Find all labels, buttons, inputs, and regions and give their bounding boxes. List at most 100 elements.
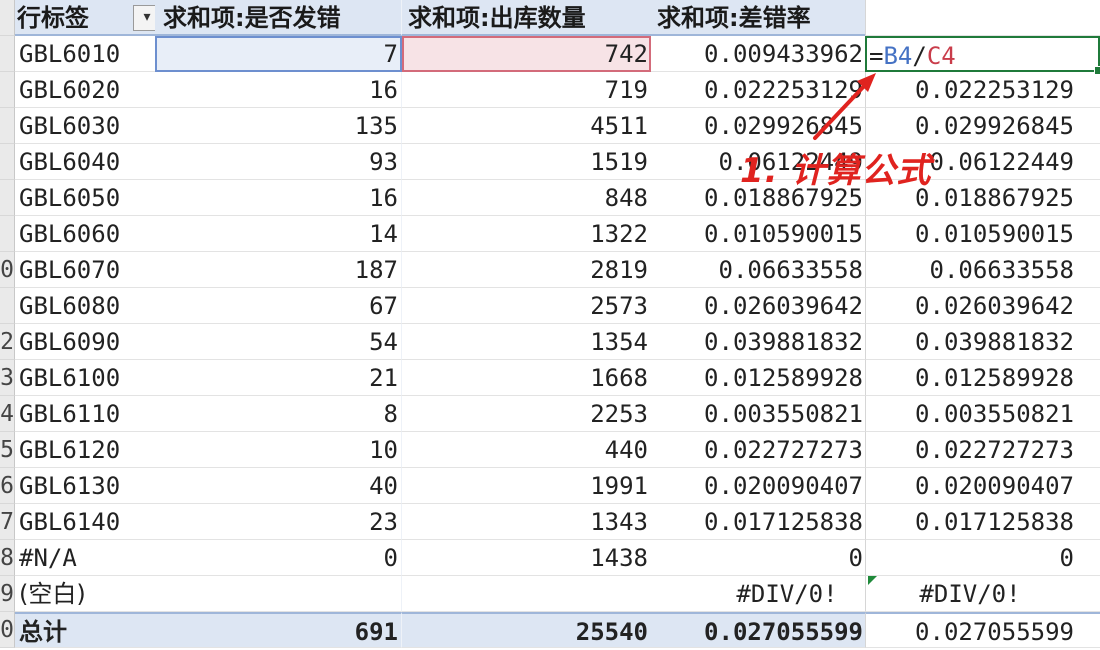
rate-cell[interactable]: 0.017125838	[651, 504, 865, 540]
row-header[interactable]: 3	[0, 360, 15, 396]
qty-cell[interactable]: 1668	[402, 360, 651, 396]
rate-cell[interactable]: 0	[651, 540, 865, 576]
calc-cell[interactable]: 0.012589928	[865, 360, 1100, 396]
errors-cell[interactable]: 10	[155, 432, 402, 468]
row-header[interactable]	[0, 216, 15, 252]
calc-cell[interactable]: 0.026039642	[865, 288, 1100, 324]
row-label-cell[interactable]: GBL6110	[15, 396, 155, 432]
errors-cell[interactable]	[155, 576, 402, 612]
qty-cell[interactable]: 1322	[402, 216, 651, 252]
sum-errors-header[interactable]: 求和项:是否发错	[155, 0, 402, 36]
calc-cell[interactable]: 0.029926845	[865, 108, 1100, 144]
row-label-cell[interactable]: GBL6010	[15, 36, 155, 72]
qty-cell[interactable]: 742	[402, 36, 651, 72]
qty-cell[interactable]	[402, 576, 651, 612]
errors-cell[interactable]: 16	[155, 72, 402, 108]
rate-cell[interactable]: 0.020090407	[651, 468, 865, 504]
row-header[interactable]	[0, 108, 15, 144]
rate-cell[interactable]: 0.012589928	[651, 360, 865, 396]
errors-cell[interactable]: 8	[155, 396, 402, 432]
calc-cell[interactable]: 0	[865, 540, 1100, 576]
row-header[interactable]: 2	[0, 324, 15, 360]
grand-total-label[interactable]: 总计	[15, 612, 155, 648]
active-formula-cell[interactable]: =B4/C4	[865, 36, 1100, 75]
total-rate-cell[interactable]: 0.027055599	[651, 612, 865, 648]
calc-cell[interactable]: 0.06633558	[865, 252, 1100, 288]
rate-cell[interactable]: 0.026039642	[651, 288, 865, 324]
qty-cell[interactable]: 719	[402, 72, 651, 108]
row-label-cell[interactable]: #N/A	[15, 540, 155, 576]
row-label-cell[interactable]: GBL6030	[15, 108, 155, 144]
errors-cell[interactable]: 40	[155, 468, 402, 504]
calc-cell[interactable]: 0.003550821	[865, 396, 1100, 432]
errors-cell[interactable]: 93	[155, 144, 402, 180]
qty-cell[interactable]: 4511	[402, 108, 651, 144]
rate-cell[interactable]: 0.009433962	[651, 36, 865, 72]
rate-cell[interactable]: #DIV/0!	[651, 576, 865, 612]
errors-cell[interactable]: 21	[155, 360, 402, 396]
row-header[interactable]: 0	[0, 252, 15, 288]
qty-cell[interactable]: 1438	[402, 540, 651, 576]
row-label-cell[interactable]: GBL6080	[15, 288, 155, 324]
qty-cell[interactable]: 1343	[402, 504, 651, 540]
sum-qty-header[interactable]: 求和项:出库数量	[402, 0, 651, 36]
row-label-cell[interactable]: GBL6020	[15, 72, 155, 108]
errors-cell[interactable]: 135	[155, 108, 402, 144]
row-header[interactable]: 5	[0, 432, 15, 468]
qty-cell[interactable]: 440	[402, 432, 651, 468]
rate-cell[interactable]: 0.022253129	[651, 72, 865, 108]
calc-cell[interactable]: 0.022253129	[865, 72, 1100, 108]
row-header[interactable]: 6	[0, 468, 15, 504]
row-label-cell[interactable]: GBL6100	[15, 360, 155, 396]
errors-cell[interactable]: 67	[155, 288, 402, 324]
row-label-cell[interactable]: GBL6140	[15, 504, 155, 540]
row-header[interactable]	[0, 180, 15, 216]
calc-cell[interactable]: 0.039881832	[865, 324, 1100, 360]
errors-cell[interactable]: 23	[155, 504, 402, 540]
row-label-cell[interactable]: GBL6070	[15, 252, 155, 288]
rate-cell[interactable]: 0.022727273	[651, 432, 865, 468]
total-qty-cell[interactable]: 25540	[402, 612, 651, 648]
errors-cell[interactable]: 54	[155, 324, 402, 360]
calc-cell[interactable]: 0.020090407	[865, 468, 1100, 504]
row-header[interactable]	[0, 288, 15, 324]
calc-cell[interactable]: 0.010590015	[865, 216, 1100, 252]
row-header[interactable]: 7	[0, 504, 15, 540]
qty-cell[interactable]: 2573	[402, 288, 651, 324]
row-header[interactable]	[0, 0, 15, 36]
errors-cell[interactable]: 0	[155, 540, 402, 576]
qty-cell[interactable]: 848	[402, 180, 651, 216]
row-header[interactable]: 0	[0, 612, 15, 648]
rate-cell[interactable]: 0.003550821	[651, 396, 865, 432]
row-label-cell[interactable]: GBL6130	[15, 468, 155, 504]
row-label-cell[interactable]: GBL6050	[15, 180, 155, 216]
row-header[interactable]	[0, 72, 15, 108]
row-header[interactable]: 9	[0, 576, 15, 612]
row-label-cell[interactable]: GBL6040	[15, 144, 155, 180]
sum-rate-header[interactable]: 求和项:差错率	[651, 0, 865, 36]
qty-cell[interactable]: 1991	[402, 468, 651, 504]
row-label-cell[interactable]: GBL6060	[15, 216, 155, 252]
errors-cell[interactable]: 16	[155, 180, 402, 216]
errors-cell[interactable]: 7	[155, 36, 402, 72]
row-header[interactable]: 8	[0, 540, 15, 576]
error-indicator-icon[interactable]	[868, 576, 877, 585]
rate-cell[interactable]: 0.039881832	[651, 324, 865, 360]
qty-cell[interactable]: 1354	[402, 324, 651, 360]
row-header[interactable]: 4	[0, 396, 15, 432]
errors-cell[interactable]: 14	[155, 216, 402, 252]
row-header[interactable]	[0, 36, 15, 72]
row-header[interactable]	[0, 144, 15, 180]
qty-cell[interactable]: 2819	[402, 252, 651, 288]
qty-cell[interactable]: 2253	[402, 396, 651, 432]
empty-cell[interactable]	[865, 0, 1100, 36]
total-calc-cell[interactable]: 0.027055599	[865, 612, 1100, 648]
qty-cell[interactable]: 1519	[402, 144, 651, 180]
rate-cell[interactable]: 0.06633558	[651, 252, 865, 288]
rate-cell[interactable]: 0.010590015	[651, 216, 865, 252]
row-label-cell[interactable]: GBL6090	[15, 324, 155, 360]
errors-cell[interactable]: 187	[155, 252, 402, 288]
calc-cell[interactable]: 0.017125838	[865, 504, 1100, 540]
rate-cell[interactable]: 0.029926845	[651, 108, 865, 144]
total-errors-cell[interactable]: 691	[155, 612, 402, 648]
